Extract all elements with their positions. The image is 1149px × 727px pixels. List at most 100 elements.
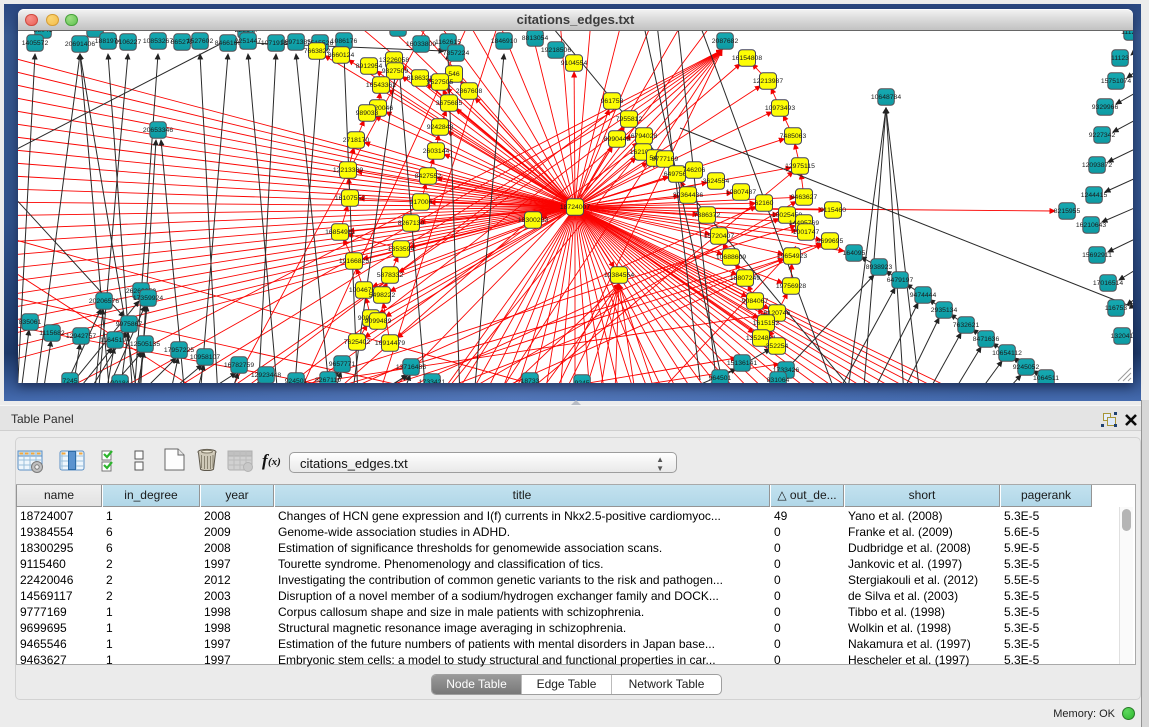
svg-text:(x): (x): [268, 456, 281, 468]
svg-text:7663822: 7663822: [304, 48, 331, 55]
svg-text:746206: 746206: [683, 167, 706, 174]
svg-text:7955812: 7955812: [616, 116, 643, 123]
svg-text:15136141: 15136141: [727, 360, 757, 367]
svg-text:546: 546: [448, 71, 460, 78]
svg-text:16543362: 16543362: [366, 82, 396, 89]
svg-text:62160: 62160: [755, 200, 774, 207]
svg-text:8471636: 8471636: [973, 336, 1000, 343]
svg-text:961758: 961758: [601, 98, 624, 105]
svg-text:1115682: 1115682: [39, 330, 65, 337]
svg-text:1405572: 1405572: [22, 40, 49, 47]
svg-text:6794028: 6794028: [631, 133, 658, 140]
svg-text:17016514: 17016514: [1093, 280, 1123, 287]
svg-text:964501: 964501: [709, 375, 732, 382]
svg-text:19654923: 19654923: [777, 253, 807, 260]
svg-text:15751074: 15751074: [1101, 78, 1131, 85]
svg-text:9527505: 9527505: [427, 79, 454, 86]
svg-text:9245: 9245: [574, 380, 589, 383]
svg-text:7245: 7245: [62, 378, 77, 383]
svg-text:8912954: 8912954: [356, 63, 383, 70]
svg-text:8427552: 8427552: [415, 173, 442, 180]
svg-text:19166825: 19166825: [339, 258, 369, 265]
svg-text:10688609: 10688609: [716, 254, 746, 261]
svg-text:10853267: 10853267: [143, 38, 173, 45]
svg-text:20206576: 20206576: [89, 298, 119, 305]
svg-text:12093872: 12093872: [1082, 162, 1112, 169]
svg-text:1001747: 1001747: [793, 229, 820, 236]
svg-text:8990448: 8990448: [604, 136, 631, 143]
svg-text:1064511: 1064511: [1033, 375, 1059, 382]
svg-text:10648784: 10648784: [871, 94, 901, 101]
svg-text:9242848: 9242848: [427, 124, 454, 131]
svg-text:12213987: 12213987: [753, 78, 783, 85]
svg-text:7632621: 7632621: [953, 322, 980, 329]
svg-text:18807249: 18807249: [730, 275, 760, 282]
svg-text:8215955: 8215955: [1054, 208, 1081, 215]
svg-text:9463627: 9463627: [791, 194, 818, 201]
svg-text:1846910: 1846910: [491, 38, 518, 45]
svg-text:20691406: 20691406: [65, 41, 95, 48]
svg-text:20184: 20184: [111, 380, 130, 383]
svg-text:9657771: 9657771: [329, 361, 356, 368]
svg-text:116753: 116753: [1105, 305, 1127, 312]
svg-text:9084067: 9084067: [742, 298, 769, 305]
svg-text:10807487: 10807487: [726, 189, 756, 196]
svg-text:18724007: 18724007: [560, 204, 590, 211]
svg-text:2935134: 2935134: [931, 307, 958, 314]
svg-text:19218506: 19218506: [541, 47, 571, 54]
svg-text:12975115: 12975115: [785, 163, 815, 170]
svg-text:19384554: 19384554: [604, 272, 634, 279]
svg-text:13716485: 13716485: [396, 364, 426, 371]
svg-text:9474444: 9474444: [910, 292, 937, 299]
svg-text:16107552: 16107552: [335, 195, 365, 202]
svg-text:16154808: 16154808: [732, 55, 762, 62]
svg-text:989033: 989033: [356, 110, 379, 117]
svg-text:5498222: 5498222: [369, 292, 396, 299]
svg-text:8267110: 8267110: [315, 377, 341, 383]
svg-text:19756928: 19756928: [776, 283, 806, 290]
svg-text:9699695: 9699695: [817, 238, 844, 245]
svg-text:2251447: 2251447: [235, 38, 262, 45]
svg-text:17957225: 17957225: [164, 347, 194, 354]
svg-text:15720407: 15720407: [704, 233, 734, 240]
svg-text:9327509: 9327509: [382, 68, 409, 75]
svg-text:20653346: 20653346: [143, 127, 173, 134]
svg-text:7386372: 7386372: [694, 212, 721, 219]
svg-text:132041: 132041: [1111, 333, 1133, 340]
svg-text:9227342: 9227342: [1089, 132, 1116, 139]
svg-text:835061: 835061: [19, 319, 42, 326]
svg-text:7485063: 7485063: [780, 133, 807, 140]
svg-text:12505135: 12505135: [130, 341, 160, 348]
svg-text:1527602: 1527602: [187, 38, 214, 45]
svg-text:1733421: 1733421: [419, 379, 446, 383]
svg-text:9329966: 9329966: [1092, 104, 1119, 111]
svg-text:12942757: 12942757: [66, 333, 96, 340]
svg-text:18300293: 18300293: [518, 217, 548, 224]
svg-text:2087682: 2087682: [712, 38, 739, 45]
svg-text:18733: 18733: [521, 378, 540, 383]
svg-text:10958107: 10958107: [190, 354, 220, 361]
svg-text:9104554: 9104554: [561, 60, 588, 67]
svg-text:10654112: 10654112: [992, 350, 1022, 357]
svg-text:16782759: 16782759: [224, 362, 254, 369]
svg-text:917006: 917006: [410, 199, 433, 206]
svg-text:9099489: 9099489: [365, 318, 392, 325]
svg-text:10973493: 10973493: [765, 105, 795, 112]
svg-text:8938923: 8938923: [866, 264, 893, 271]
svg-text:6479197: 6479197: [887, 277, 914, 284]
svg-text:7625402: 7625402: [344, 339, 371, 346]
svg-text:3624554: 3624554: [703, 178, 730, 185]
svg-text:8813054: 8813054: [522, 35, 549, 42]
svg-text:11123: 11123: [1111, 55, 1129, 62]
svg-text:252254: 252254: [766, 343, 789, 350]
svg-text:8267130: 8267130: [398, 220, 425, 227]
svg-text:9245052: 9245052: [1013, 364, 1040, 371]
svg-text:15692911: 15692911: [1082, 252, 1112, 259]
svg-text:9975867: 9975867: [116, 321, 143, 328]
svg-text:924501: 924501: [285, 378, 308, 383]
svg-text:16033809: 16033809: [406, 41, 436, 48]
svg-text:9106227: 9106227: [115, 39, 142, 46]
svg-text:2867608: 2867608: [456, 88, 483, 95]
svg-text:20364436: 20364436: [673, 192, 703, 199]
svg-text:111274: 111274: [1121, 31, 1133, 36]
